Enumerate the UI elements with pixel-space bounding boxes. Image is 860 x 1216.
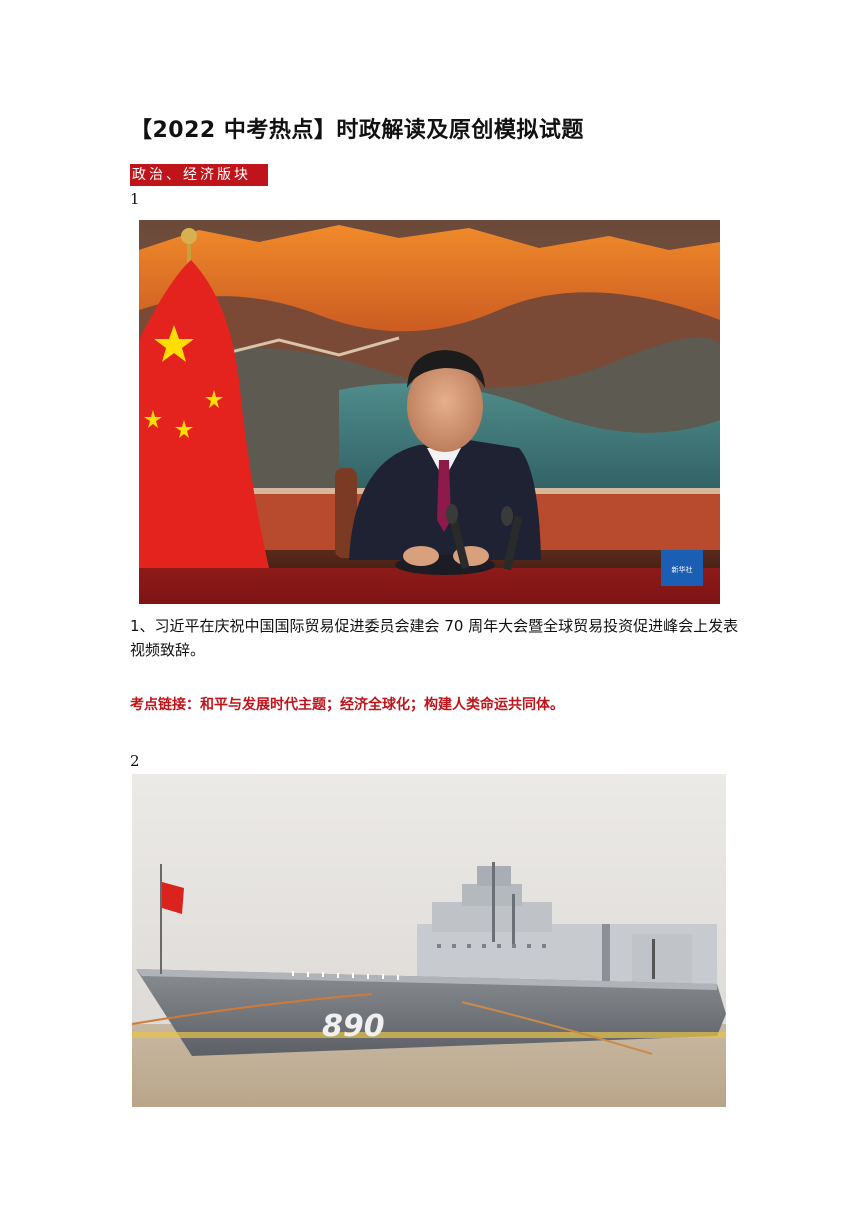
- document-title: 【2022 中考热点】时政解读及原创模拟试题: [130, 118, 584, 143]
- photo-video-address: 新华社: [139, 220, 720, 604]
- item-number-2: 2: [130, 752, 140, 770]
- photo-naval-ship-image: 890: [132, 774, 726, 1107]
- photo-naval-ship: 890: [132, 774, 726, 1107]
- item-1-exam-link: 考点链接：和平与发展时代主题；经济全球化；构建人类命运共同体。: [130, 697, 564, 713]
- xinhua-badge-label: 新华社: [672, 565, 693, 574]
- item-1-caption: 1、习近平在庆祝中国国际贸易促进委员会建会 70 周年大会暨全球贸易投资促进峰会…: [130, 617, 739, 659]
- xinhua-logo: 新华社: [661, 550, 703, 586]
- section-tag: 政治、经济版块: [130, 164, 268, 186]
- photo-video-address-image: 新华社: [139, 220, 720, 604]
- item-number-1: 1: [130, 190, 140, 208]
- hull-number: 890: [322, 1009, 385, 1044]
